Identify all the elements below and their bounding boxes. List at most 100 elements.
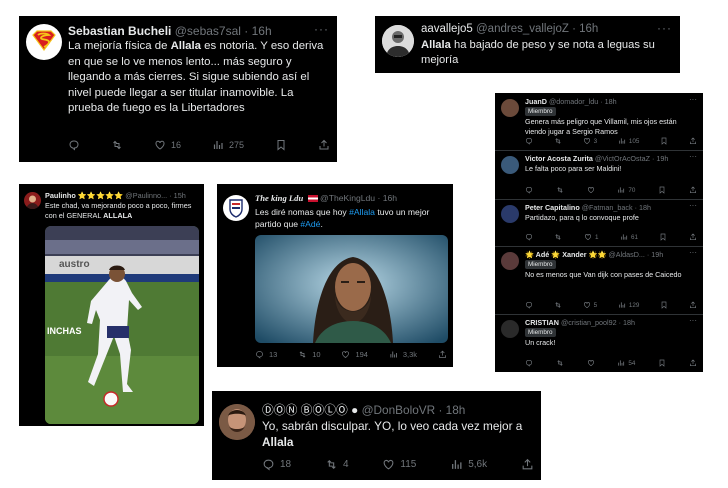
views-button[interactable]: 61	[620, 233, 638, 241]
more-options-icon[interactable]: ···	[689, 201, 697, 210]
timestamp[interactable]: · 19h	[647, 250, 663, 259]
author-handle[interactable]: @Fatman_back	[580, 203, 635, 212]
tweet-photo[interactable]: austro INCHAS	[45, 226, 199, 424]
tweet-card-donbolo[interactable]: ⒹⓄⓃ ⒷⓄⓁⓄ ● @DonBoloVR · 18h Yo, sabrán d…	[212, 391, 541, 480]
avatar[interactable]	[24, 192, 41, 209]
bookmark-button[interactable]	[660, 137, 668, 145]
reply-button[interactable]	[525, 233, 533, 241]
share-button[interactable]	[689, 137, 697, 145]
author-name[interactable]: Sebastian Bucheli	[68, 24, 171, 38]
share-button[interactable]	[689, 233, 697, 241]
retweet-button[interactable]	[556, 186, 564, 194]
author-name[interactable]: Peter Capitalino	[525, 203, 580, 212]
author-handle[interactable]: @domador_ldu	[547, 97, 600, 106]
views-button[interactable]: 105	[618, 137, 639, 145]
retweet-button[interactable]	[556, 359, 564, 367]
share-button[interactable]	[689, 359, 697, 367]
author-handle[interactable]: @cristian_pool92	[559, 318, 619, 327]
author-name[interactable]: aavallejo5	[421, 23, 473, 35]
reply-button[interactable]	[525, 137, 533, 145]
avatar[interactable]	[223, 195, 249, 221]
tweet-card-bucheli[interactable]: Sebastian Bucheli @sebas7sal · 16h ··· L…	[19, 16, 337, 162]
share-button[interactable]	[689, 186, 697, 194]
timestamp[interactable]: · 18h	[635, 203, 651, 212]
avatar[interactable]	[501, 156, 519, 174]
timestamp[interactable]: · 19h	[652, 154, 668, 163]
tweet-card-aavallejo5[interactable]: aavallejo5 @andres_vallejoZ · 16h ··· Al…	[375, 16, 680, 73]
like-button[interactable]: 5	[583, 301, 597, 309]
retweet-button[interactable]	[554, 233, 562, 241]
avatar[interactable]	[501, 320, 519, 338]
like-button[interactable]: 1	[584, 233, 598, 241]
like-button[interactable]: 115	[382, 458, 416, 471]
views-button[interactable]: 70	[617, 186, 635, 194]
timestamp[interactable]: · 18h	[619, 318, 635, 327]
more-options-icon[interactable]: ···	[657, 21, 672, 35]
more-options-icon[interactable]: ···	[314, 22, 329, 36]
author-name[interactable]: Paulinho ⭐⭐⭐⭐⭐	[45, 191, 123, 200]
tweet-card-paulinho[interactable]: Paulinho ⭐⭐⭐⭐⭐ @Paulinno... · 15h Este c…	[19, 184, 204, 426]
author-handle[interactable]: @TheKingLdu	[320, 193, 375, 203]
retweet-button[interactable]: 10	[298, 350, 321, 359]
author-name[interactable]: ⒹⓄⓃ ⒷⓄⓁⓄ	[262, 403, 351, 417]
reply-item[interactable]: CRISTIAN @cristian_pool92 · 18h ··· Miembr…	[495, 314, 703, 372]
retweet-button[interactable]	[554, 137, 562, 145]
author-name[interactable]: 🌟 Adé 🌟 Xander 🌟🌟	[525, 250, 606, 259]
views-button[interactable]: 129	[618, 301, 639, 309]
author-handle[interactable]: @AldasD...	[606, 250, 646, 259]
reply-button[interactable]: 13	[255, 350, 277, 359]
like-button[interactable]: 16	[154, 139, 181, 151]
avatar[interactable]	[501, 205, 519, 223]
views-button[interactable]: 54	[617, 359, 635, 367]
timestamp[interactable]: · 18h	[600, 97, 616, 106]
bookmark-button[interactable]	[658, 359, 666, 367]
retweet-button[interactable]	[111, 139, 123, 151]
hashtag-ade[interactable]: #Adé	[300, 219, 320, 229]
hashtag-allala[interactable]: #Allala	[349, 207, 375, 217]
avatar[interactable]	[501, 99, 519, 117]
author-name[interactable]: CRISTIAN	[525, 318, 559, 327]
avatar[interactable]	[219, 404, 255, 440]
author-handle[interactable]: @DonBoloVR	[362, 403, 436, 417]
bookmark-button[interactable]	[658, 186, 666, 194]
author-handle[interactable]: @VictOrAcOstaZ	[593, 154, 652, 163]
views-button[interactable]: 5,6k	[450, 458, 487, 471]
author-handle[interactable]: @Paulinno...	[125, 191, 167, 200]
tweet-photo[interactable]	[255, 235, 448, 343]
share-button[interactable]	[318, 139, 330, 151]
author-name[interactable]: Victor Acosta Zurita	[525, 154, 593, 163]
avatar[interactable]	[26, 24, 62, 60]
reply-item[interactable]: 🌟 Adé 🌟 Xander 🌟🌟 @AldasD... · 19h ··· Mie…	[495, 246, 703, 314]
timestamp[interactable]: · 16h	[377, 193, 397, 203]
reply-item[interactable]: Peter Capitalino @Fatman_back · 18h ··· Pa…	[495, 199, 703, 246]
author-handle[interactable]: @sebas7sal	[175, 24, 241, 38]
timestamp[interactable]: · 16h	[244, 24, 271, 38]
views-button[interactable]: 275	[212, 139, 244, 151]
like-button[interactable]: 3	[583, 137, 597, 145]
like-button[interactable]: 194	[341, 350, 368, 359]
author-name[interactable]: The king Ldu	[255, 193, 303, 203]
more-options-icon[interactable]: ···	[689, 248, 697, 257]
timestamp[interactable]: · 18h	[438, 403, 465, 417]
avatar[interactable]	[382, 25, 414, 57]
reply-button[interactable]	[525, 186, 533, 194]
bookmark-button[interactable]	[659, 233, 667, 241]
reply-button[interactable]	[68, 139, 80, 151]
bookmark-button[interactable]	[660, 301, 668, 309]
views-button[interactable]: 3,3k	[389, 350, 417, 359]
share-button[interactable]	[521, 458, 534, 471]
more-options-icon[interactable]: ···	[689, 316, 697, 325]
more-options-icon[interactable]: ···	[689, 95, 697, 104]
reply-button[interactable]	[525, 301, 533, 309]
tweet-card-kingldu[interactable]: The king Ldu @TheKingLdu · 16h Les diré …	[217, 184, 453, 367]
share-button[interactable]	[438, 350, 447, 359]
timestamp[interactable]: · 15h	[169, 191, 186, 200]
like-button[interactable]	[587, 359, 595, 367]
author-name[interactable]: JuanD	[525, 97, 547, 106]
reply-item[interactable]: JuanD @domador_ldu · 18h ··· Miembro Genera…	[495, 93, 703, 150]
reply-button[interactable]	[525, 359, 533, 367]
like-button[interactable]	[587, 186, 595, 194]
retweet-button[interactable]	[554, 301, 562, 309]
more-options-icon[interactable]: ···	[689, 152, 697, 161]
retweet-button[interactable]: 4	[325, 458, 349, 471]
